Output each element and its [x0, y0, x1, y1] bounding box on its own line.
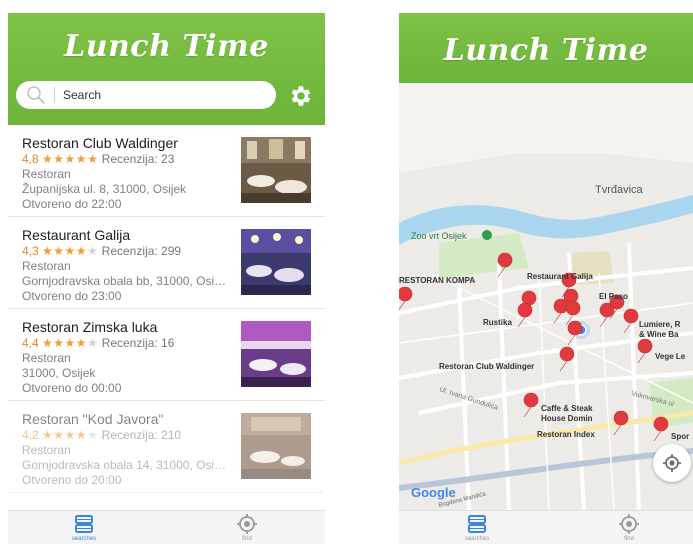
search-bar[interactable]: [16, 81, 276, 109]
rating-stars: ★★★★★: [42, 428, 99, 442]
map-label: Zoo vrt Osijek: [411, 231, 467, 241]
search-input[interactable]: [63, 88, 243, 102]
map-label: Lumiere, R: [639, 320, 681, 329]
tab-label: searches: [464, 536, 490, 542]
map-label: Caffe & Steak: [541, 404, 593, 413]
app-logo: Lunch Time: [64, 29, 269, 64]
opening-hours: Otvoreno do 20:00: [22, 473, 122, 487]
opening-hours: Otvoreno do 22:00: [22, 197, 122, 211]
rating-value: 4,2: [22, 428, 39, 442]
list-item[interactable]: Restoran "Kod Javora" 4,2 ★★★★★ Recenzij…: [8, 401, 325, 493]
map-label: Vege Le: [655, 352, 686, 361]
list-icon: [75, 515, 93, 533]
map-label: Restoran Index: [537, 430, 595, 439]
tab-find[interactable]: find: [599, 513, 659, 543]
map-label: Restaurant Galija: [527, 272, 593, 281]
target-icon: [619, 514, 639, 534]
map-label: RESTORAN KOMPA: [399, 276, 475, 285]
review-count: Recenzija: 210: [101, 428, 182, 442]
restaurant-address: Županijska ul. 8, 31000, Osijek: [22, 182, 187, 196]
tab-label: searches: [71, 536, 97, 542]
opening-hours: Otvoreno do 00:00: [22, 381, 122, 395]
app-header: Lunch Time: [8, 13, 325, 125]
restaurant-type: Restoran: [22, 443, 71, 457]
restaurant-address: Gornjodravska obala bb, 31000, Osij…: [22, 274, 227, 288]
restaurant-photo: [241, 229, 311, 295]
rating-value: 4,3: [22, 244, 39, 258]
restaurant-address: 31000, Osijek: [22, 366, 96, 380]
restaurant-photo: [241, 413, 311, 479]
restaurant-photo: [241, 137, 311, 203]
review-count: Recenzija: 299: [101, 244, 182, 258]
map-label: Rustika: [483, 318, 512, 327]
tab-label: find: [242, 536, 252, 542]
tab-label: find: [624, 536, 634, 542]
app-logo: Lunch Time: [443, 33, 649, 68]
tab-bar: searches find: [8, 510, 325, 544]
rating-stars: ★★★★★: [42, 244, 99, 258]
map-screen: Lunch Time Tvrđavica Zoo vrt Osijek REST…: [399, 13, 693, 544]
restaurant-type: Restoran: [22, 259, 71, 273]
map-label: Restoran Club Waldinger: [439, 362, 534, 371]
map-label: House Domin: [541, 414, 593, 423]
map-label: Tvrđavica: [595, 184, 644, 196]
restaurant-type: Restoran: [22, 351, 71, 365]
google-logo: Google: [411, 485, 456, 500]
map-label: El Paso: [599, 292, 628, 301]
tab-bar: searches find: [399, 510, 693, 544]
map-canvas: Tvrđavica Zoo vrt Osijek RESTORAN KOMPA …: [399, 83, 693, 510]
target-icon: [237, 514, 257, 534]
gear-icon[interactable]: [287, 83, 313, 109]
map-label: & Wine Ba: [639, 330, 679, 339]
rating-stars: ★★★★★: [42, 152, 99, 166]
tab-find[interactable]: find: [217, 513, 277, 543]
list-item[interactable]: Restaurant Galija 4,3 ★★★★★ Recenzija: 2…: [8, 217, 325, 309]
tab-searches[interactable]: searches: [447, 513, 507, 543]
rating-value: 4,8: [22, 152, 39, 166]
rating-stars: ★★★★★: [42, 336, 99, 350]
map-label: Spor: [671, 432, 689, 441]
app-header: Lunch Time: [399, 13, 693, 83]
search-divider: [54, 87, 55, 103]
review-count: Recenzija: 16: [101, 336, 175, 350]
my-location-button[interactable]: [653, 444, 691, 482]
list-screen: Lunch Time Restoran Club Waldinger 4,8 ★…: [8, 13, 325, 544]
list-icon: [468, 515, 486, 533]
map-view[interactable]: Tvrđavica Zoo vrt Osijek RESTORAN KOMPA …: [399, 83, 693, 510]
restaurant-list[interactable]: Restoran Club Waldinger 4,8 ★★★★★ Recenz…: [8, 125, 325, 510]
list-item[interactable]: Restoran Zimska luka 4,4 ★★★★★ Recenzija…: [8, 309, 325, 401]
rating-value: 4,4: [22, 336, 39, 350]
list-item[interactable]: Restoran Club Waldinger 4,8 ★★★★★ Recenz…: [8, 125, 325, 217]
tab-searches[interactable]: searches: [54, 513, 114, 543]
crosshair-icon: [663, 454, 681, 472]
restaurant-photo: [241, 321, 311, 387]
search-icon: [27, 86, 45, 104]
restaurant-type: Restoran: [22, 167, 71, 181]
restaurant-address: Gornjodravska obala 14, 31000, Osij…: [22, 458, 227, 472]
review-count: Recenzija: 23: [101, 152, 175, 166]
opening-hours: Otvoreno do 23:00: [22, 289, 122, 303]
